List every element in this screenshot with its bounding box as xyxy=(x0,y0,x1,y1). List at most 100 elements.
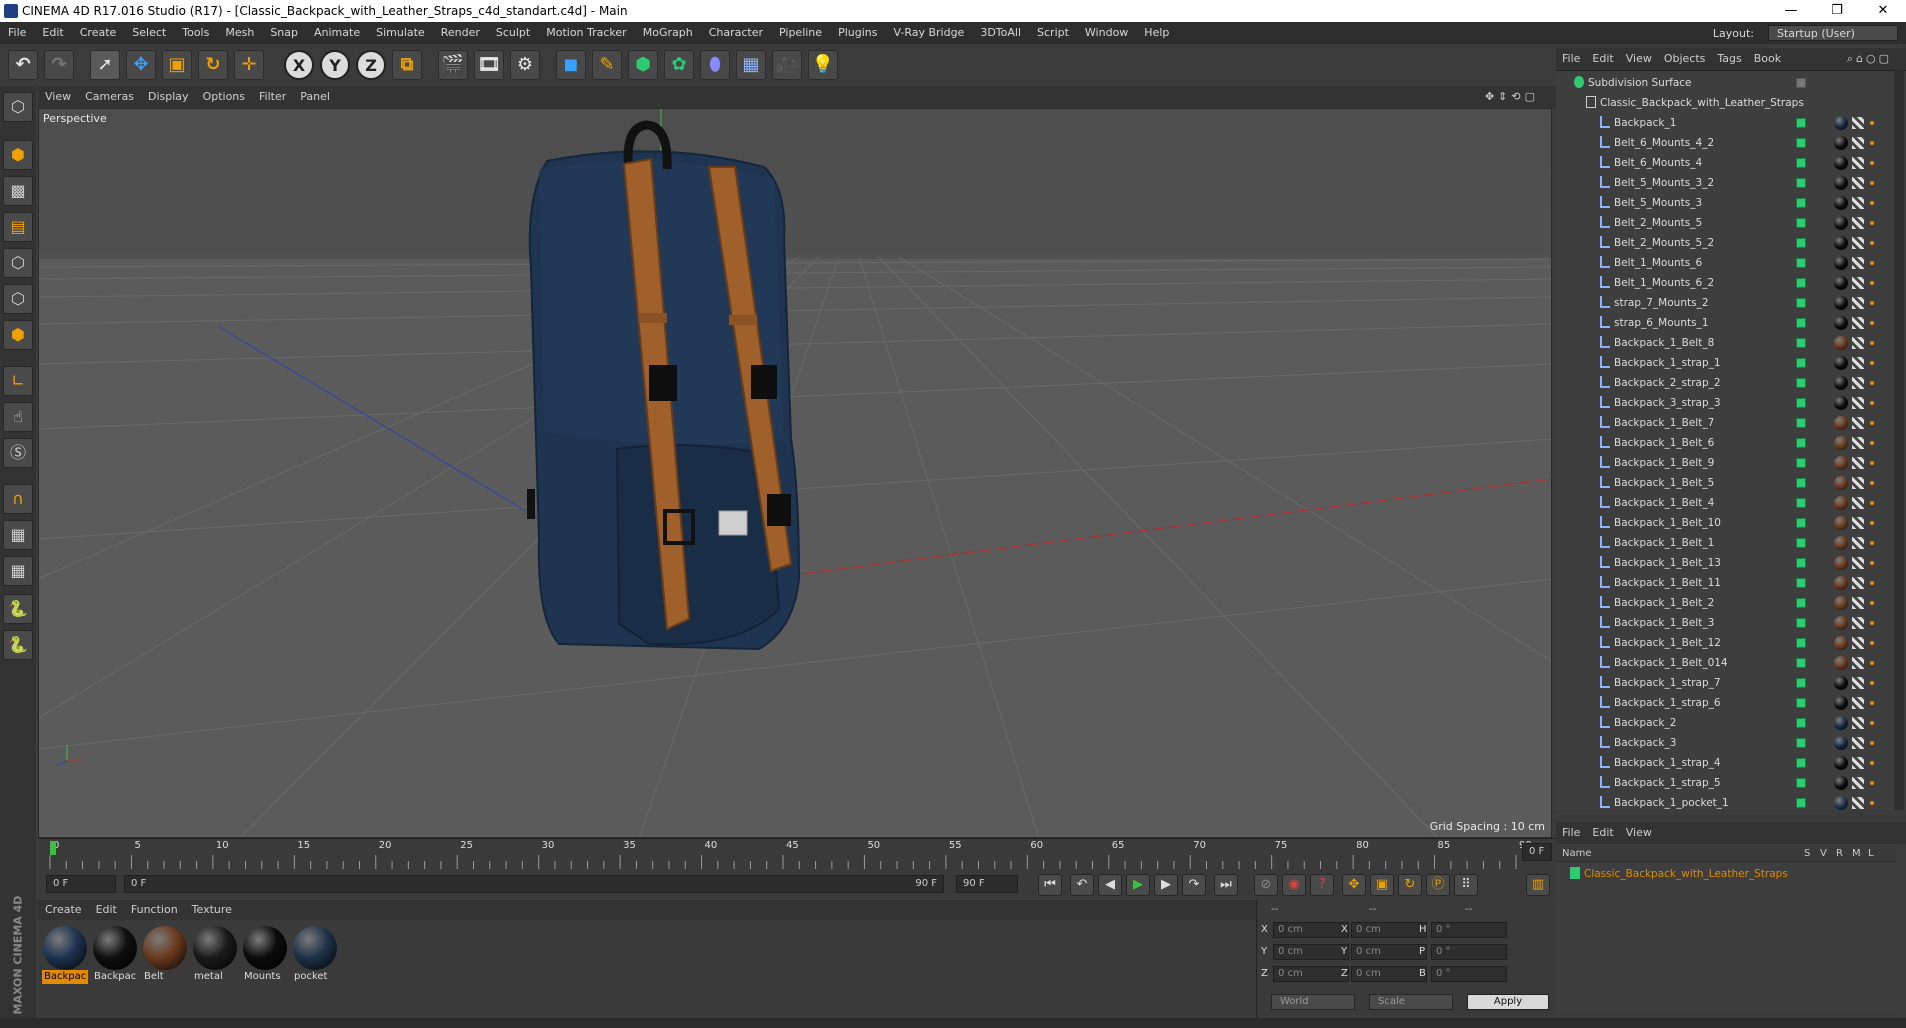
material-tag-icon[interactable] xyxy=(1834,156,1848,170)
next-frame-icon[interactable]: ▶ xyxy=(1154,874,1178,896)
viewport-menu-panel[interactable]: Panel xyxy=(293,86,337,108)
keyframe-selection-icon[interactable]: ? xyxy=(1310,874,1334,896)
material-tag-icon[interactable] xyxy=(1834,136,1848,150)
obj-menu-tags[interactable]: Tags xyxy=(1711,48,1747,70)
attr-menu-edit[interactable]: Edit xyxy=(1586,822,1619,844)
object-row[interactable]: Backpack_1_strap_6 xyxy=(1556,693,1896,713)
uvw-tag-icon[interactable] xyxy=(1852,257,1864,269)
viewport-menu-filter[interactable]: Filter xyxy=(252,86,293,108)
material-tag-icon[interactable] xyxy=(1834,676,1848,690)
model-mode-icon[interactable]: ⬢ xyxy=(3,140,33,170)
render-view-icon[interactable]: 🎬 xyxy=(438,50,468,80)
menu-sculpt[interactable]: Sculpt xyxy=(488,22,538,44)
subdivision-icon[interactable]: ⬢ xyxy=(628,50,658,80)
object-row[interactable]: Backpack_1 xyxy=(1556,113,1896,133)
start-frame-field[interactable]: 0 F xyxy=(46,875,116,893)
visibility-check[interactable] xyxy=(1796,278,1806,288)
material-swatch[interactable]: metal xyxy=(192,926,238,986)
visibility-check[interactable] xyxy=(1796,698,1806,708)
visibility-check[interactable] xyxy=(1796,578,1806,588)
object-row-group[interactable]: Classic_Backpack_with_Leather_Straps xyxy=(1556,93,1896,113)
object-row[interactable]: Backpack_1_strap_7 xyxy=(1556,673,1896,693)
material-menu-create[interactable]: Create xyxy=(38,900,89,920)
material-tag-icon[interactable] xyxy=(1834,356,1848,370)
uvw-tag-icon[interactable] xyxy=(1852,177,1864,189)
visibility-check[interactable] xyxy=(1796,398,1806,408)
visibility-check[interactable] xyxy=(1796,238,1806,248)
uvw-tag-icon[interactable] xyxy=(1852,357,1864,369)
record-keys-icon[interactable]: ⊘ xyxy=(1254,874,1278,896)
viewport-nav-icons[interactable]: ✥⇕⟲▢ xyxy=(1478,86,1546,108)
close-button[interactable]: ✕ xyxy=(1860,0,1906,22)
viewport-menu-options[interactable]: Options xyxy=(196,86,252,108)
object-row[interactable]: Backpack_1_Belt_3 xyxy=(1556,613,1896,633)
visibility-check[interactable] xyxy=(1796,298,1806,308)
key-position-icon[interactable]: ✥ xyxy=(1342,874,1366,896)
uvw-tag-icon[interactable] xyxy=(1852,277,1864,289)
points-mode-icon[interactable]: ⬡ xyxy=(3,248,33,278)
previous-key-icon[interactable]: ↶ xyxy=(1070,874,1094,896)
uvw-tag-icon[interactable] xyxy=(1852,717,1864,729)
edges-mode-icon[interactable]: ⬡ xyxy=(3,284,33,314)
menu-pipeline[interactable]: Pipeline xyxy=(771,22,830,44)
object-row[interactable]: Backpack_1_Belt_10 xyxy=(1556,513,1896,533)
axis-mode-icon[interactable]: ∟ xyxy=(3,366,33,396)
material-tag-icon[interactable] xyxy=(1834,176,1848,190)
visibility-check[interactable] xyxy=(1796,358,1806,368)
coord-value-field[interactable]: 0 cm xyxy=(1273,944,1349,960)
visibility-check[interactable] xyxy=(1796,258,1806,268)
material-tag-icon[interactable] xyxy=(1834,316,1848,330)
uvw-tag-icon[interactable] xyxy=(1852,337,1864,349)
layout-dropdown[interactable]: Startup (User) xyxy=(1768,25,1898,41)
material-tag-icon[interactable] xyxy=(1834,396,1848,410)
visibility-check[interactable] xyxy=(1796,618,1806,628)
visibility-check[interactable] xyxy=(1796,678,1806,688)
object-row[interactable]: Belt_2_Mounts_5_2 xyxy=(1556,233,1896,253)
menu-edit[interactable]: Edit xyxy=(34,22,71,44)
uvw-tag-icon[interactable] xyxy=(1852,157,1864,169)
material-tag-icon[interactable] xyxy=(1834,116,1848,130)
object-row[interactable]: Backpack_1_Belt_11 xyxy=(1556,573,1896,593)
uvw-tag-icon[interactable] xyxy=(1852,677,1864,689)
menu-select[interactable]: Select xyxy=(124,22,174,44)
visibility-check[interactable] xyxy=(1796,498,1806,508)
3d-viewport[interactable]: Perspective Grid Spacing : 10 cm xyxy=(38,108,1552,838)
y-axis-icon[interactable]: Y xyxy=(320,50,350,80)
coord-value-field[interactable]: 0 cm xyxy=(1351,944,1427,960)
visibility-check[interactable] xyxy=(1796,338,1806,348)
uvw-tag-icon[interactable] xyxy=(1852,197,1864,209)
uvw-tag-icon[interactable] xyxy=(1852,397,1864,409)
material-tag-icon[interactable] xyxy=(1834,256,1848,270)
material-tag-icon[interactable] xyxy=(1834,536,1848,550)
object-row[interactable]: Backpack_3_strap_3 xyxy=(1556,393,1896,413)
play-icon[interactable]: ▶ xyxy=(1126,874,1150,896)
uvw-tag-icon[interactable] xyxy=(1852,117,1864,129)
current-frame-field[interactable]: 0 F xyxy=(1522,843,1552,861)
visibility-check[interactable] xyxy=(1796,478,1806,488)
python-script-icon[interactable]: 🐍 xyxy=(3,630,33,660)
object-row[interactable]: Backpack_1_Belt_9 xyxy=(1556,453,1896,473)
frame-range-slider[interactable]: 0 F 90 F xyxy=(124,875,944,893)
material-swatch[interactable]: Belt xyxy=(142,926,188,986)
camera-icon[interactable]: 🎥 xyxy=(772,50,802,80)
timeline-ruler[interactable]: 051015202530354045505560657075808590 0 F xyxy=(38,838,1556,872)
material-tag-icon[interactable] xyxy=(1834,656,1848,670)
rotate-icon[interactable]: ↻ xyxy=(198,50,228,80)
menu-script[interactable]: Script xyxy=(1029,22,1077,44)
visibility-check[interactable] xyxy=(1796,778,1806,788)
material-tag-icon[interactable] xyxy=(1834,276,1848,290)
visibility-check[interactable] xyxy=(1796,118,1806,128)
object-row[interactable]: strap_6_Mounts_1 xyxy=(1556,313,1896,333)
object-row[interactable]: Backpack_1_Belt_2 xyxy=(1556,593,1896,613)
uvw-tag-icon[interactable] xyxy=(1852,617,1864,629)
z-axis-icon[interactable]: Z xyxy=(356,50,386,80)
material-tag-icon[interactable] xyxy=(1834,696,1848,710)
select-cursor-icon[interactable]: ➚ xyxy=(90,50,120,80)
tweak-mode-icon[interactable]: ☝ xyxy=(3,402,33,432)
object-row[interactable]: Backpack_1_Belt_7 xyxy=(1556,413,1896,433)
key-pla-icon[interactable]: ⠿ xyxy=(1454,874,1478,896)
cube-icon[interactable]: ◼ xyxy=(556,50,586,80)
attribute-row[interactable]: Classic_Backpack_with_Leather_Straps xyxy=(1556,864,1896,884)
material-tag-icon[interactable] xyxy=(1834,576,1848,590)
material-tag-icon[interactable] xyxy=(1834,216,1848,230)
